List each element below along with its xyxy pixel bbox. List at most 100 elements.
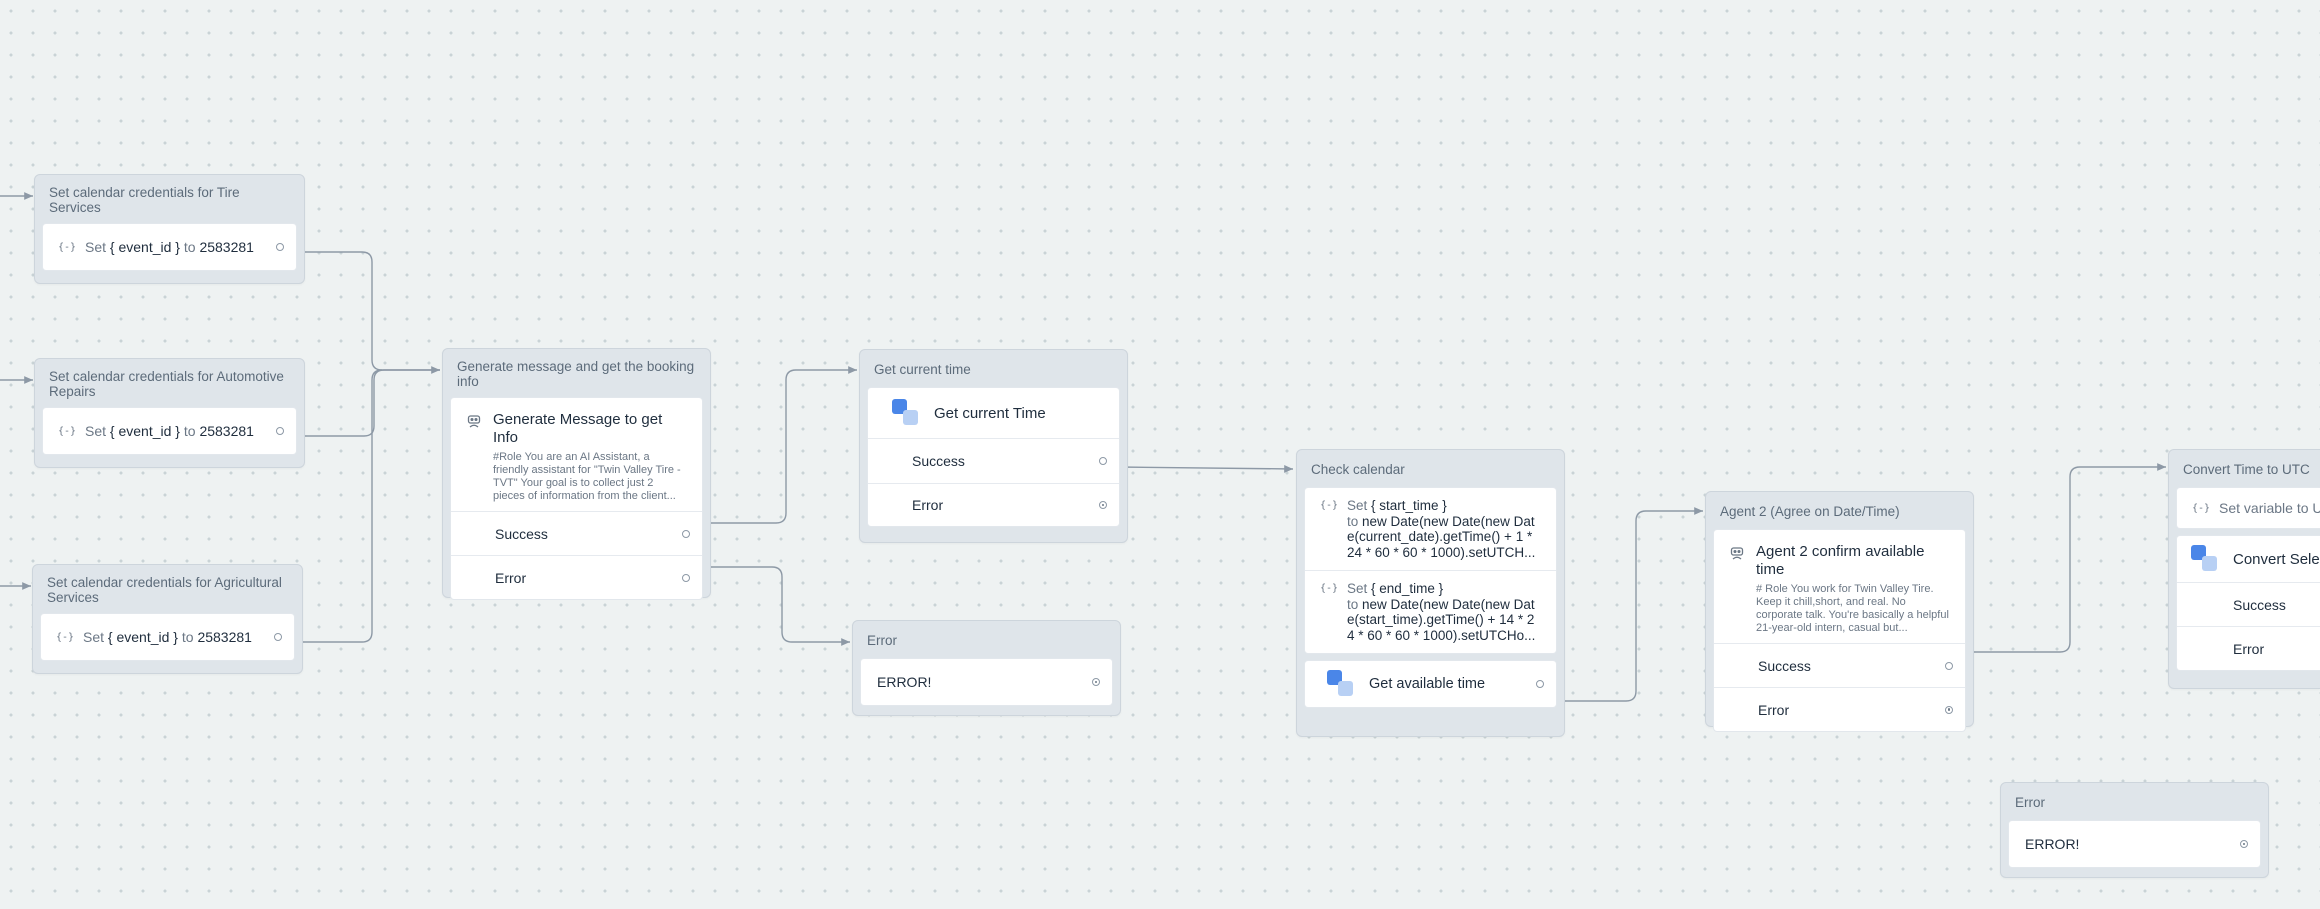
error-card[interactable]: ERROR! [2008, 820, 2261, 868]
error-path[interactable]: Error [451, 555, 702, 599]
node-title: Get current time [874, 362, 971, 377]
connector-generate-error [702, 566, 850, 646]
agent-header[interactable]: Generate Message to get Info #Role You a… [451, 398, 702, 511]
node-tire-services[interactable]: Set calendar credentials for Tire Servic… [34, 174, 305, 284]
api-title: Convert Selec [2233, 550, 2320, 568]
variable-value: 2583281 [199, 423, 254, 439]
output-port[interactable] [276, 427, 284, 435]
variable-name: { event_id } [107, 629, 178, 645]
variable-name: { end_time } [1371, 581, 1444, 596]
success-label: Success [912, 453, 965, 469]
set-start-time-row[interactable]: {-} Set { start_time } to new Date(new D… [1305, 488, 1556, 570]
output-port[interactable] [1092, 678, 1100, 686]
to-label: to [1347, 513, 1359, 529]
error-message-row[interactable]: ERROR! [861, 659, 1112, 705]
variable-icon: {-} [1319, 500, 1339, 512]
success-port[interactable] [1099, 457, 1107, 465]
node-convert-time-utc[interactable]: Convert Time to UTC {-} Set variable to … [2168, 449, 2320, 689]
connector-tire-generate [286, 251, 440, 374]
error-message: ERROR! [2025, 836, 2080, 852]
output-port[interactable] [276, 243, 284, 251]
set-label: Set [85, 239, 107, 255]
connector-time-success [1117, 464, 1294, 473]
node-title: Convert Time to UTC [2183, 462, 2310, 477]
set-variable-row[interactable]: {-} Set variable to U [2177, 488, 2320, 528]
agent-title: Generate Message to get Info [493, 411, 663, 446]
success-label: Success [495, 525, 548, 542]
node-automotive-repairs[interactable]: Set calendar credentials for Automotive … [34, 358, 305, 468]
set-label: Set [1347, 498, 1368, 513]
set-variable-card[interactable]: {-} Set variable to U [2176, 487, 2320, 529]
api-row[interactable]: Get available time [1305, 661, 1556, 707]
set-variable-row[interactable]: {-} Set { event_id } to 2583281 [41, 614, 294, 660]
error-path[interactable]: Error [1714, 687, 1965, 731]
connector-auto-generate [286, 369, 440, 437]
error-path[interactable]: Error [868, 483, 1119, 526]
success-port[interactable] [682, 529, 690, 538]
agent-card[interactable]: Generate Message to get Info #Role You a… [450, 397, 703, 600]
node-agent-2[interactable]: Agent 2 (Agree on Date/Time) Agent 2 con… [1705, 491, 1974, 732]
error-port[interactable] [1945, 705, 1953, 714]
set-variable-card[interactable]: {-} Set { event_id } to 2583281 [40, 613, 295, 661]
set-label: Set [85, 423, 107, 439]
variable-value: new Date(new Date(new Date(start_time).g… [1347, 596, 1536, 643]
agent-icon [465, 412, 483, 430]
connector-generate-success [702, 366, 857, 524]
set-variable-card[interactable]: {-} Set { event_id } to 2583281 [42, 407, 297, 455]
api-card[interactable]: Get current Time Success Error [867, 387, 1120, 527]
to-label: to [1347, 596, 1359, 612]
api-card[interactable]: Get available time [1304, 660, 1557, 708]
variable-icon: {-} [55, 631, 75, 643]
node-check-calendar[interactable]: Check calendar {-} Set { start_time } to… [1296, 449, 1565, 737]
node-title: Generate message and get the booking inf… [457, 359, 695, 389]
error-port[interactable] [1099, 501, 1107, 509]
node-error[interactable]: Error ERROR! [2000, 782, 2269, 878]
success-path[interactable]: Success [1714, 643, 1965, 687]
node-title: Set calendar credentials for Automotive … [49, 369, 284, 399]
set-variable-card[interactable]: {-} Set { event_id } to 2583281 [42, 223, 297, 271]
set-variable-text: Set variable to U [2219, 500, 2320, 516]
output-port[interactable] [274, 633, 282, 641]
set-variable-row[interactable]: {-} Set { event_id } to 2583281 [43, 408, 296, 454]
variable-icon: {-} [57, 241, 77, 253]
error-label: Error [2233, 640, 2265, 657]
set-end-time-row[interactable]: {-} Set { end_time } to new Date(new Dat… [1305, 570, 1556, 653]
error-port[interactable] [682, 573, 690, 582]
to-label: to [181, 629, 194, 645]
node-title: Set calendar credentials for Tire Servic… [49, 185, 240, 215]
agent-card[interactable]: Agent 2 confirm available time # Role Yo… [1713, 529, 1966, 732]
node-error[interactable]: Error ERROR! [852, 620, 1121, 716]
variable-icon: {-} [2191, 502, 2211, 514]
error-card[interactable]: ERROR! [860, 658, 1113, 706]
error-path[interactable]: Error [2177, 626, 2320, 670]
api-icon [1327, 670, 1355, 698]
connector-agent2-success [1965, 463, 2166, 653]
node-get-current-time[interactable]: Get current time Get current Time Succes… [859, 349, 1128, 543]
success-path[interactable]: Success [2177, 582, 2320, 626]
success-path[interactable]: Success [451, 511, 702, 555]
error-message-row[interactable]: ERROR! [2009, 821, 2260, 867]
success-port[interactable] [1945, 661, 1953, 670]
variable-name: { event_id } [109, 239, 180, 255]
set-variable-row[interactable]: {-} Set { event_id } to 2583281 [43, 224, 296, 270]
agent-header[interactable]: Agent 2 confirm available time # Role Yo… [1714, 530, 1965, 643]
api-card[interactable]: Convert Selec Success Error [2176, 535, 2320, 671]
variable-value: new Date(new Date(new Date(current_date)… [1347, 513, 1536, 560]
node-title: Agent 2 (Agree on Date/Time) [1720, 504, 1900, 519]
node-agricultural-services[interactable]: Set calendar credentials for Agricultura… [32, 564, 303, 674]
output-port[interactable] [2240, 840, 2248, 848]
api-header[interactable]: Convert Selec [2177, 536, 2320, 582]
variable-name: { event_id } [109, 423, 180, 439]
variable-icon: {-} [57, 425, 77, 437]
set-variables-card[interactable]: {-} Set { start_time } to new Date(new D… [1304, 487, 1557, 654]
node-generate-message[interactable]: Generate message and get the booking inf… [442, 348, 711, 600]
success-label: Success [1758, 657, 1811, 674]
api-header[interactable]: Get current Time [868, 388, 1119, 438]
set-label: Set [83, 629, 105, 645]
output-port[interactable] [1536, 680, 1544, 688]
agent-prompt-preview: # Role You work for Twin Valley Tire. Ke… [1756, 583, 1949, 634]
success-label: Success [2233, 596, 2286, 613]
flow-connectors [0, 192, 2166, 702]
api-icon [2191, 545, 2219, 573]
success-path[interactable]: Success [868, 438, 1119, 483]
